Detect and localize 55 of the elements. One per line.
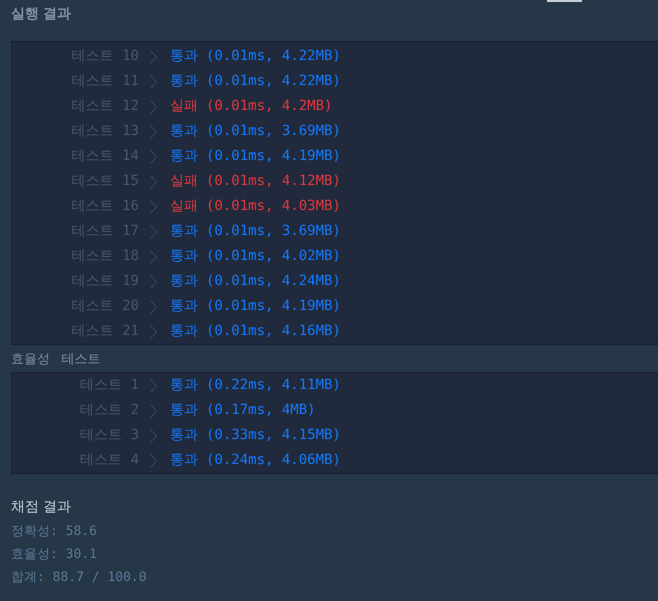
test-result: (0.33ms, 4.15MB) (206, 426, 341, 445)
chevron-right-icon (150, 378, 157, 392)
chevron-right-icon (150, 50, 157, 64)
test-result: (0.01ms, 3.69MB) (206, 222, 341, 241)
test-status: 실패 (170, 197, 198, 216)
test-status: 통과 (170, 272, 198, 291)
test-status: 통과 (170, 72, 198, 91)
test-result: (0.01ms, 4.24MB) (206, 272, 341, 291)
score-line: 정확성: 58.6 (11, 523, 97, 541)
chevron-right-icon (150, 250, 157, 264)
test-status: 통과 (170, 147, 198, 166)
chevron-right-icon (150, 454, 157, 468)
test-status: 통과 (170, 47, 198, 66)
chevron-right-icon (150, 428, 157, 442)
score-line: 합계: 88.7 / 100.0 (11, 569, 147, 587)
test-result: (0.01ms, 4.19MB) (206, 147, 341, 166)
chevron-right-icon (150, 324, 157, 338)
test-result: (0.01ms, 4.16MB) (206, 322, 341, 341)
test-status: 통과 (170, 297, 198, 316)
test-status: 통과 (170, 376, 198, 395)
chevron-right-icon (150, 100, 157, 114)
test-status: 통과 (170, 451, 198, 470)
test-result: (0.01ms, 4.19MB) (206, 297, 341, 316)
test-status: 실패 (170, 172, 198, 191)
chevron-right-icon (150, 404, 157, 418)
test-result: (0.01ms, 4.22MB) (206, 72, 341, 91)
test-result: (0.17ms, 4MB) (206, 401, 316, 420)
test-status: 통과 (170, 222, 198, 241)
section-title: 실행 결과 (11, 4, 71, 23)
test-status: 통과 (170, 247, 198, 266)
test-result: (0.22ms, 4.11MB) (206, 376, 341, 395)
score-title: 채점 결과 (11, 497, 72, 516)
chevron-right-icon (150, 150, 157, 164)
test-result: (0.01ms, 4.22MB) (206, 47, 341, 66)
chevron-right-icon (150, 200, 157, 214)
chevron-right-icon (150, 224, 157, 238)
test-result: (0.24ms, 4.06MB) (206, 451, 341, 470)
chevron-right-icon (150, 74, 157, 88)
chevron-right-icon (150, 300, 157, 314)
section-label: 효율성 테스트 (11, 350, 101, 368)
test-result: (0.01ms, 3.69MB) (206, 122, 341, 141)
test-result: (0.01ms, 4.03MB) (206, 197, 341, 216)
test-status: 통과 (170, 401, 198, 420)
score-line: 효율성: 30.1 (11, 546, 97, 564)
button-bottom-edge (547, 0, 582, 2)
test-result: (0.01ms, 4.02MB) (206, 247, 341, 266)
test-status: 실패 (170, 97, 198, 116)
test-result: (0.01ms, 4.2MB) (206, 97, 332, 116)
chevron-right-icon (150, 274, 157, 288)
chevron-right-icon (150, 124, 157, 138)
test-status: 통과 (170, 322, 198, 341)
test-status: 통과 (170, 122, 198, 141)
chevron-right-icon (150, 174, 157, 188)
test-result: (0.01ms, 4.12MB) (206, 172, 341, 191)
test-status: 통과 (170, 426, 198, 445)
